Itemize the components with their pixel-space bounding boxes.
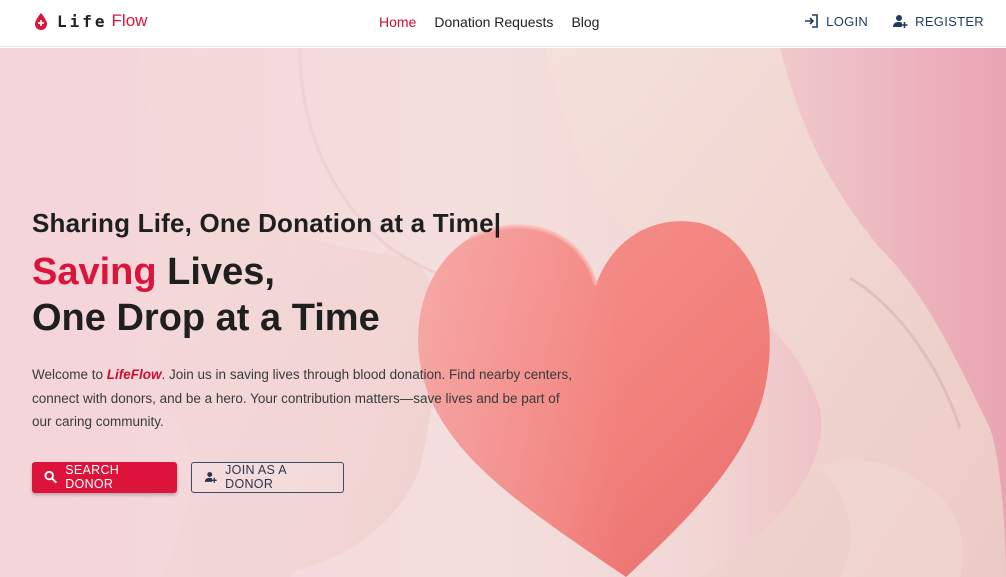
hero-headline: Saving Lives, One Drop at a Time [32, 249, 592, 341]
description-brand: LifeFlow [106, 367, 162, 382]
navbar: Life Flow Home Donation Requests Blog LO… [0, 0, 1006, 47]
login-label: LOGIN [826, 13, 869, 29]
join-donor-button[interactable]: JOIN AS A DONOR [191, 461, 344, 493]
login-button[interactable]: LOGIN [803, 13, 868, 29]
brand-name-part2: Flow [111, 11, 148, 30]
hero-actions: SEARCH DONOR JOIN AS A DONOR [32, 461, 592, 493]
hero-description: Welcome to LifeFlow. Join us in saving l… [32, 363, 577, 434]
hero-section: Sharing Life, One Donation at a Time| Sa… [0, 48, 1006, 577]
nav-link-donation-requests[interactable]: Donation Requests [434, 14, 553, 30]
brand-name-part1: Life [57, 11, 108, 31]
register-label: REGISTER [915, 13, 984, 29]
hero-tagline: Sharing Life, One Donation at a Time| [32, 208, 502, 238]
nav-link-blog[interactable]: Blog [571, 14, 599, 30]
search-donor-button[interactable]: SEARCH DONOR [32, 461, 177, 493]
headline-accent: Saving [32, 251, 157, 293]
auth-actions: LOGIN REGISTER [803, 13, 984, 29]
blood-drop-icon [35, 13, 47, 30]
brand-logo[interactable]: Life Flow [33, 11, 147, 31]
headline-rest: Lives, [156, 251, 275, 293]
register-button[interactable]: REGISTER [892, 13, 984, 29]
search-donor-label: SEARCH DONOR [65, 463, 120, 491]
login-icon [805, 14, 818, 28]
main-nav: Home Donation Requests Blog [379, 14, 599, 30]
headline-line2: One Drop at a Time [32, 297, 380, 339]
join-donor-label: JOIN AS A DONOR [225, 463, 287, 491]
description-prefix: Welcome to [32, 367, 107, 382]
search-icon [44, 470, 57, 484]
hero-content: Sharing Life, One Donation at a Time| Sa… [32, 208, 592, 493]
nav-link-home[interactable]: Home [379, 14, 416, 30]
add-user-icon [204, 472, 217, 483]
add-user-icon [893, 15, 908, 28]
